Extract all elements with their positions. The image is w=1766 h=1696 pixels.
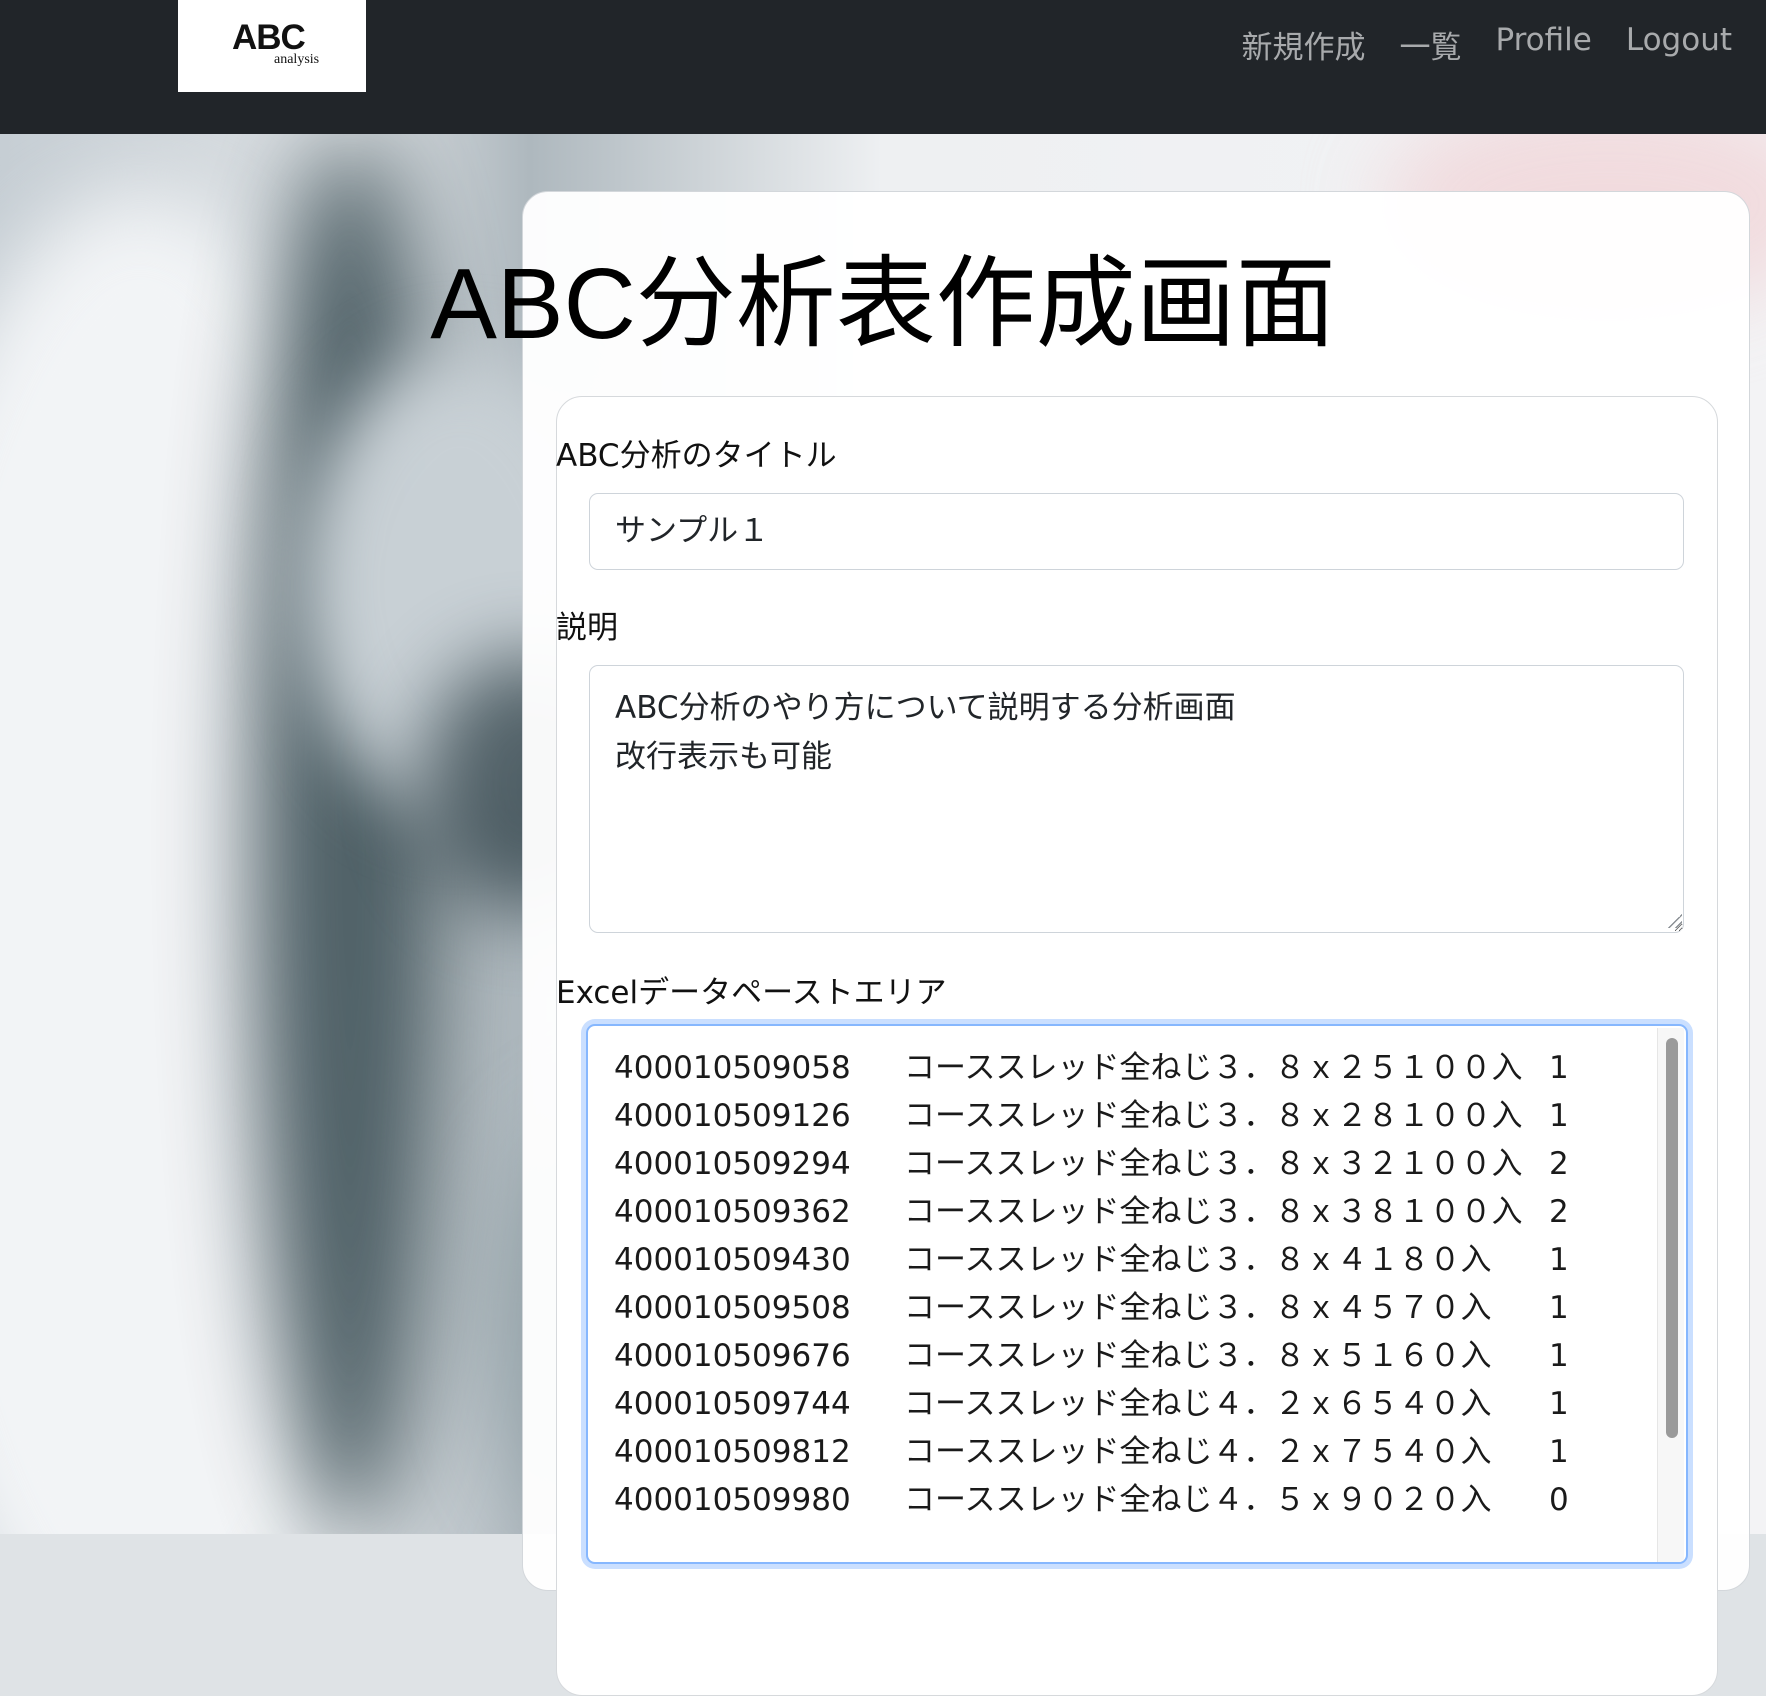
data-row-name: コーススレッド全ねじ３．８ｘ３２１００入 bbox=[904, 1146, 1523, 1182]
data-row-name: コーススレッド全ねじ３．８ｘ４５７０入 bbox=[904, 1290, 1492, 1326]
logo-subtext: analysis bbox=[274, 52, 320, 67]
logo[interactable]: ABC analysis bbox=[178, 0, 362, 92]
excel-rows: 400010509058 コーススレッド全ねじ３．８ｘ２５１００入 1 4000105… bbox=[614, 1044, 1614, 1524]
data-row-qty: 1 bbox=[1549, 1386, 1569, 1422]
data-row-name: コーススレッド全ねじ３．８ｘ４１８０入 bbox=[904, 1242, 1492, 1278]
nav-link-new[interactable]: 新規作成 bbox=[1241, 22, 1365, 67]
scrollbar[interactable] bbox=[1657, 1028, 1684, 1562]
data-row-qty: 1 bbox=[1549, 1338, 1569, 1374]
data-row-name: コーススレッド全ねじ４．５ｘ９０２０入 bbox=[904, 1482, 1492, 1518]
nav-link-profile[interactable]: Profile bbox=[1495, 22, 1591, 67]
data-row-qty: 2 bbox=[1549, 1194, 1569, 1230]
scrollbar-thumb[interactable] bbox=[1666, 1038, 1678, 1438]
resize-handle-icon[interactable] bbox=[1668, 914, 1682, 928]
data-row-qty: 0 bbox=[1549, 1482, 1569, 1518]
data-row-qty: 1 bbox=[1549, 1050, 1569, 1086]
data-row-code: 400010509812 bbox=[614, 1434, 851, 1470]
data-row-code: 400010509126 bbox=[614, 1098, 851, 1134]
data-row: 400010509744 コーススレッド全ねじ４．２ｘ６５４０入 1 bbox=[614, 1380, 1614, 1428]
description-label: 説明 bbox=[556, 610, 618, 646]
data-row-code: 400010509676 bbox=[614, 1338, 851, 1374]
page-title: ABC分析表作成画面 bbox=[430, 248, 1336, 360]
data-row-code: 400010509058 bbox=[614, 1050, 851, 1086]
data-row-code: 400010509294 bbox=[614, 1146, 851, 1182]
data-row-code: 400010509980 bbox=[614, 1482, 851, 1518]
data-row-code: 400010509508 bbox=[614, 1290, 851, 1326]
data-row-name: コーススレッド全ねじ４．２ｘ７５４０入 bbox=[904, 1434, 1492, 1470]
data-row-qty: 2 bbox=[1549, 1146, 1569, 1182]
nav-link-list[interactable]: 一覧 bbox=[1399, 22, 1461, 67]
nav-link-logout[interactable]: Logout bbox=[1626, 22, 1732, 67]
description-textarea[interactable]: ABC分析のやり方について説明する分析画面 改行表示も可能 bbox=[589, 665, 1684, 933]
data-row-qty: 1 bbox=[1549, 1242, 1569, 1278]
data-row-name: コーススレッド全ねじ３．８ｘ２８１００入 bbox=[904, 1098, 1523, 1134]
data-row-code: 400010509430 bbox=[614, 1242, 851, 1278]
data-row-name: コーススレッド全ねじ３．８ｘ５１６０入 bbox=[904, 1338, 1492, 1374]
data-row-qty: 1 bbox=[1549, 1098, 1569, 1134]
excel-data-label: Excelデータペーストエリア bbox=[556, 975, 947, 1011]
data-row: 400010509362 コーススレッド全ねじ３．８ｘ３８１００入 2 bbox=[614, 1188, 1614, 1236]
title-label: ABC分析のタイトル bbox=[556, 438, 837, 474]
data-row-name: コーススレッド全ねじ３．８ｘ２５１００入 bbox=[904, 1050, 1523, 1086]
data-row-name: コーススレッド全ねじ３．８ｘ３８１００入 bbox=[904, 1194, 1523, 1230]
title-input[interactable]: サンプル１ bbox=[589, 493, 1684, 570]
data-row-qty: 1 bbox=[1549, 1434, 1569, 1470]
excel-paste-textarea[interactable]: 400010509058 コーススレッド全ねじ３．８ｘ２５１００入 1 4000105… bbox=[586, 1024, 1688, 1564]
data-row-code: 400010509362 bbox=[614, 1194, 851, 1230]
data-row-name: コーススレッド全ねじ４．２ｘ６５４０入 bbox=[904, 1386, 1492, 1422]
navbar: ABC analysis 新規作成 一覧 Profile Logout bbox=[0, 0, 1766, 134]
data-row: 400010509980 コーススレッド全ねじ４．５ｘ９０２０入 0 bbox=[614, 1476, 1614, 1524]
nav-links: 新規作成 一覧 Profile Logout bbox=[1241, 22, 1732, 67]
data-row: 400010509676 コーススレッド全ねじ３．８ｘ５１６０入 1 bbox=[614, 1332, 1614, 1380]
data-row: 400010509430 コーススレッド全ねじ３．８ｘ４１８０入 1 bbox=[614, 1236, 1614, 1284]
data-row: 400010509126 コーススレッド全ねじ３．８ｘ２８１００入 1 bbox=[614, 1092, 1614, 1140]
data-row: 400010509508 コーススレッド全ねじ３．８ｘ４５７０入 1 bbox=[614, 1284, 1614, 1332]
data-row: 400010509294 コーススレッド全ねじ３．８ｘ３２１００入 2 bbox=[614, 1140, 1614, 1188]
data-row: 400010509812 コーススレッド全ねじ４．２ｘ７５４０入 1 bbox=[614, 1428, 1614, 1476]
data-row-code: 400010509744 bbox=[614, 1386, 851, 1422]
data-row: 400010509058 コーススレッド全ねじ３．８ｘ２５１００入 1 bbox=[614, 1044, 1614, 1092]
data-row-qty: 1 bbox=[1549, 1290, 1569, 1326]
